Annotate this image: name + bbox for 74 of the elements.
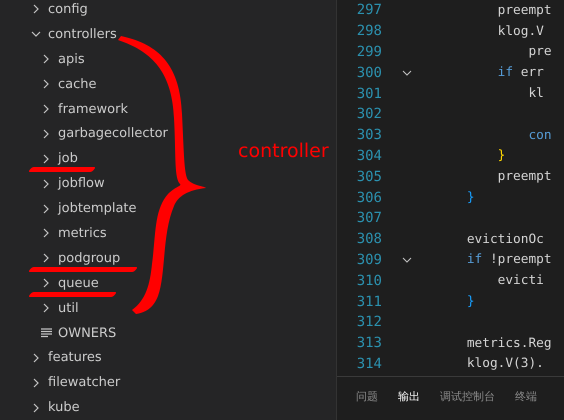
chevron-right-icon[interactable] [31,4,41,14]
folder-name[interactable]: framework [58,102,128,116]
line-number: 306 [356,190,382,206]
folder-name[interactable]: queue [58,276,99,291]
folder-name[interactable]: cache [58,76,96,92]
folder-name[interactable]: filewatcher [48,375,120,390]
panel-tab[interactable]: 终端 [515,385,537,408]
folder-name[interactable]: podgroup [58,250,120,266]
line-number: 311 [356,294,382,310]
code-line: klog.V(3). [466,356,544,372]
panel-tab[interactable]: 输出 [398,385,420,408]
folder-name[interactable]: controllers [48,26,117,42]
chevron-right-icon[interactable] [41,54,51,64]
line-number: 314 [356,356,382,372]
folder-name[interactable]: apis [58,52,85,67]
chevron-right-icon[interactable] [41,154,51,164]
code-line: evictionOc [466,232,544,247]
code-line: metrics.Reg [466,336,552,351]
chevron-right-icon[interactable] [41,178,51,189]
line-number: 310 [356,272,382,289]
chevron-right-icon[interactable] [41,228,51,238]
folder-name[interactable]: config [48,2,88,17]
code-line: pre [527,44,552,60]
file-name[interactable]: OWNERS [58,326,116,341]
folder-name[interactable]: kube [48,400,80,416]
code-line: con [527,128,552,143]
chevron-right-icon[interactable] [31,402,41,413]
code-line: } [496,148,506,164]
chevron-right-icon[interactable] [41,104,51,114]
code-line: evicti [496,273,544,288]
line-number: 299 [356,44,382,60]
line-number: 297 [356,2,382,18]
line-number: 303 [356,127,382,144]
panel-tab[interactable]: 调试控制台 [440,385,495,408]
chevron-right-icon[interactable] [41,253,51,264]
chevron-right-icon[interactable] [31,378,41,388]
panel-tab[interactable]: 问题 [356,385,378,408]
code-line: if err [496,65,544,80]
chevron-right-icon[interactable] [41,204,51,214]
annotation-label: controller [238,140,329,162]
folder-name[interactable]: job [58,151,78,166]
folder-name[interactable]: util [58,300,79,316]
chevron-right-icon[interactable] [41,303,51,314]
fold-chevron-icon[interactable] [402,256,412,264]
line-number: 307 [356,210,382,226]
line-number: 305 [356,168,382,185]
folder-name[interactable]: features [48,350,102,366]
code-line: } [466,294,475,310]
line-number: 300 [356,64,382,81]
chevron-right-icon[interactable] [31,352,41,363]
chevron-down-icon[interactable] [31,29,41,40]
chevron-right-icon[interactable] [41,79,51,90]
line-number: 309 [356,252,382,268]
line-number: 301 [356,86,382,102]
code-line: klog.V [496,24,544,39]
line-number: 312 [356,314,382,330]
folder-name[interactable]: garbagecollector [58,126,168,142]
code-line: kl [527,86,544,102]
code-line: if !preempt [466,252,552,268]
code-line: preempt [496,2,552,18]
file-lines-icon [40,328,52,338]
code-line: } [466,190,475,206]
line-number: 304 [356,148,382,164]
code-line: preempt [496,169,552,184]
chevron-right-icon[interactable] [41,128,51,139]
folder-name[interactable]: metrics [58,226,107,241]
line-number: 308 [356,231,382,248]
folder-name[interactable]: jobtemplate [58,201,137,216]
line-number: 313 [356,335,382,352]
line-number: 298 [356,23,382,40]
line-number: 302 [356,106,382,122]
chevron-right-icon[interactable] [41,278,51,288]
folder-name[interactable]: jobflow [58,176,105,192]
fold-chevron-icon[interactable] [402,68,412,77]
